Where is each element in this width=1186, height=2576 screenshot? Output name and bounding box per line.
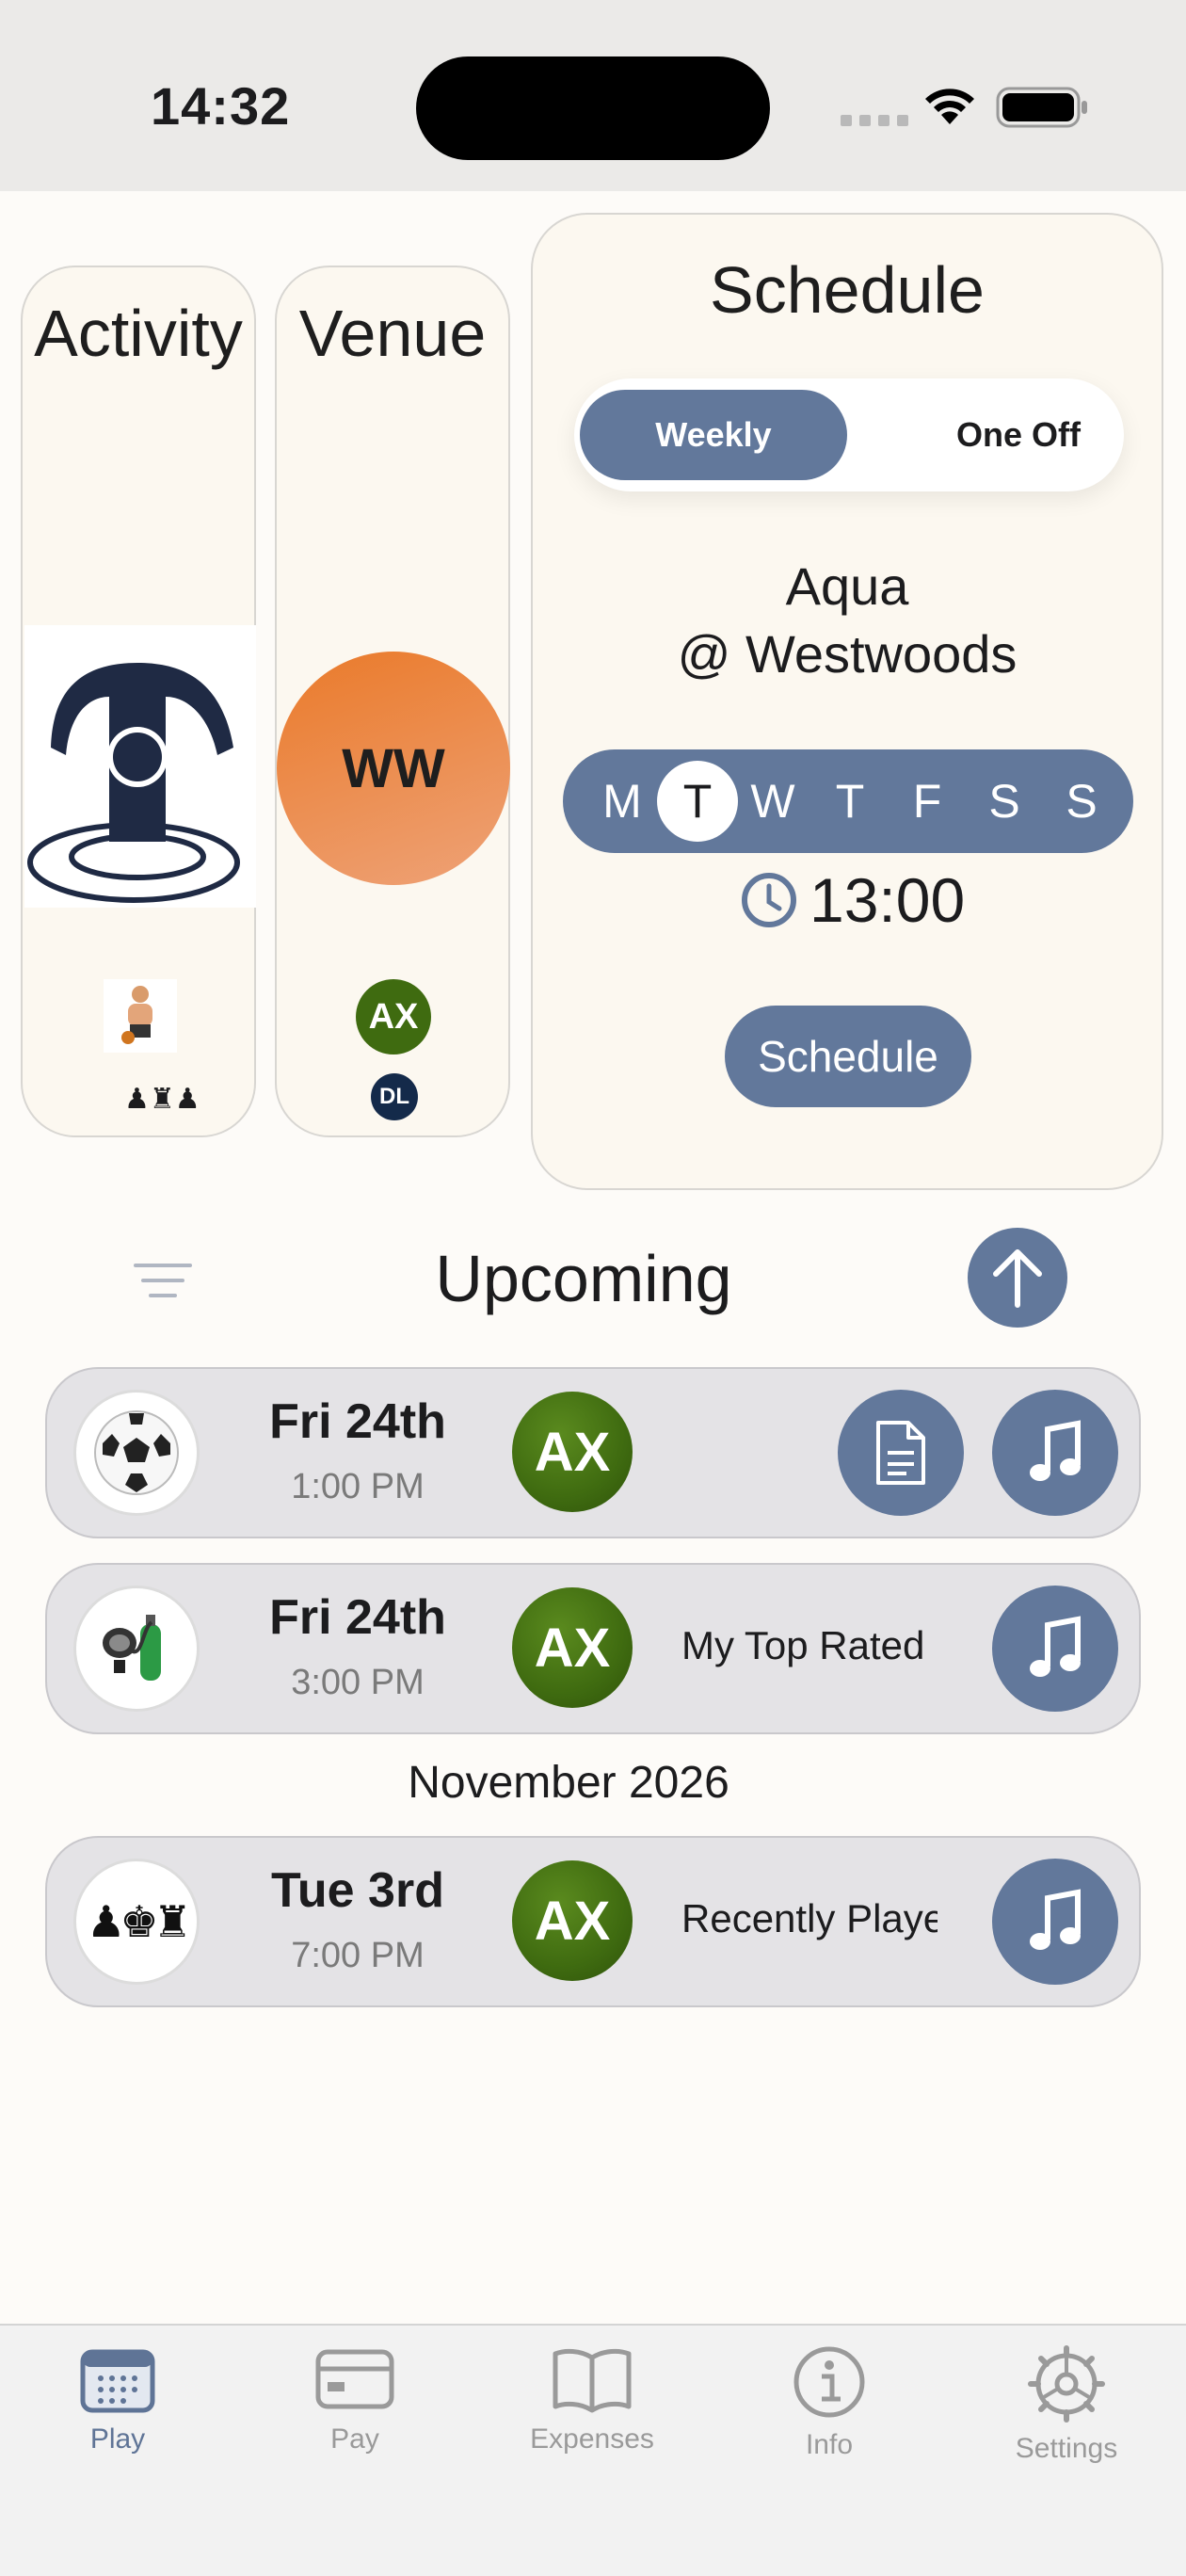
tab-label: Play xyxy=(89,2423,146,2455)
event-avatar: AX xyxy=(512,1392,633,1512)
tab-label: Settings xyxy=(1015,2433,1118,2464)
venue-avatar: WW xyxy=(277,652,510,885)
credit-card-icon xyxy=(315,2349,394,2409)
tab-bar: Play Pay Expenses Info Settings xyxy=(0,2324,1186,2576)
venue-card[interactable]: Venue WW AX DL xyxy=(275,266,510,1137)
wifi-icon xyxy=(925,89,974,124)
dynamic-island xyxy=(416,56,770,160)
day-friday[interactable]: F xyxy=(889,749,966,853)
cellular-signal-icon xyxy=(841,115,908,126)
gear-icon xyxy=(1028,2345,1105,2423)
event-date: Fri 24th xyxy=(269,1590,446,1645)
event-date: Fri 24th xyxy=(269,1394,446,1449)
schedule-card-title: Schedule xyxy=(710,253,985,327)
schedule-button[interactable]: Schedule xyxy=(725,1006,971,1107)
chess-icon: ♟♚♜ xyxy=(73,1859,200,1985)
schedule-venue-name: @ Westwoods xyxy=(677,624,1018,684)
event-avatar: AX xyxy=(512,1860,633,1981)
tab-label: Info xyxy=(805,2429,854,2460)
schedule-time: 13:00 xyxy=(809,865,966,935)
music-note-icon xyxy=(1030,1616,1081,1677)
member-avatar-ax: AX xyxy=(356,979,431,1055)
athlete-avatar xyxy=(104,979,177,1053)
music-button[interactable] xyxy=(992,1586,1118,1712)
weekly-segment[interactable]: Weekly xyxy=(580,390,847,480)
event-playlist: Recently Played xyxy=(681,1896,938,1940)
music-note-icon xyxy=(1030,1420,1081,1481)
tab-expenses[interactable]: Expenses xyxy=(479,2344,705,2495)
event-row[interactable]: ♟♚♜ Tue 3rd 7:00 PM AX Recently Played xyxy=(45,1836,1141,2007)
day-sunday[interactable]: S xyxy=(1043,749,1120,853)
event-row[interactable]: Fri 24th 1:00 PM AX xyxy=(45,1367,1141,1538)
calendar-icon xyxy=(80,2349,155,2413)
venue-card-title: Venue xyxy=(298,297,487,370)
swimmer-icon xyxy=(24,625,256,908)
schedule-card: Schedule One Off Weekly Aqua @ Westwoods… xyxy=(531,213,1163,1190)
event-time: 7:00 PM xyxy=(291,1936,425,1975)
day-wednesday[interactable]: W xyxy=(734,749,811,853)
activity-card-title: Activity xyxy=(34,297,243,370)
tab-pay[interactable]: Pay xyxy=(242,2344,468,2495)
soccer-ball-icon xyxy=(73,1390,200,1516)
book-icon xyxy=(553,2348,632,2413)
event-date: Tue 3rd xyxy=(271,1863,444,1918)
tab-label: Expenses xyxy=(530,2423,654,2455)
chess-small-icon: ♟♜♟ xyxy=(124,1084,200,1115)
event-row[interactable]: Fri 24th 3:00 PM AX My Top Rated xyxy=(45,1563,1141,1734)
day-thursday[interactable]: T xyxy=(811,749,889,853)
clock-icon xyxy=(742,873,796,927)
month-separator: November 2026 xyxy=(408,1758,729,1808)
tab-settings[interactable]: Settings xyxy=(954,2344,1179,2495)
member-avatar-dl: DL xyxy=(371,1073,418,1120)
tab-info[interactable]: Info xyxy=(716,2344,942,2495)
tab-play[interactable]: Play xyxy=(5,2344,231,2495)
scuba-icon xyxy=(73,1586,200,1712)
notes-button[interactable] xyxy=(838,1390,964,1516)
schedule-activity-name: Aqua xyxy=(785,556,909,616)
music-note-icon xyxy=(1030,1889,1081,1950)
music-button[interactable] xyxy=(992,1390,1118,1516)
scroll-to-top-button[interactable] xyxy=(968,1228,1067,1328)
status-bar: 14:32 xyxy=(0,0,1186,191)
time-picker[interactable]: 13:00 xyxy=(740,864,965,936)
music-button[interactable] xyxy=(992,1859,1118,1985)
arrow-up-icon xyxy=(993,1249,1042,1308)
day-monday[interactable]: M xyxy=(584,749,661,853)
info-icon xyxy=(793,2346,865,2418)
event-time: 3:00 PM xyxy=(291,1663,425,1702)
status-time: 14:32 xyxy=(151,76,291,136)
event-avatar: AX xyxy=(512,1587,633,1708)
event-time: 1:00 PM xyxy=(291,1467,425,1506)
day-saturday[interactable]: S xyxy=(966,749,1043,853)
one-off-segment[interactable]: One Off xyxy=(885,390,1152,480)
activity-card[interactable]: Activity ♟♜♟ xyxy=(21,266,256,1137)
event-playlist: My Top Rated xyxy=(681,1623,925,1667)
day-tuesday[interactable]: T xyxy=(657,761,738,842)
day-picker: M T W T F S S xyxy=(563,749,1133,853)
battery-icon xyxy=(996,87,1087,128)
document-icon xyxy=(876,1421,925,1485)
tab-label: Pay xyxy=(330,2423,379,2455)
